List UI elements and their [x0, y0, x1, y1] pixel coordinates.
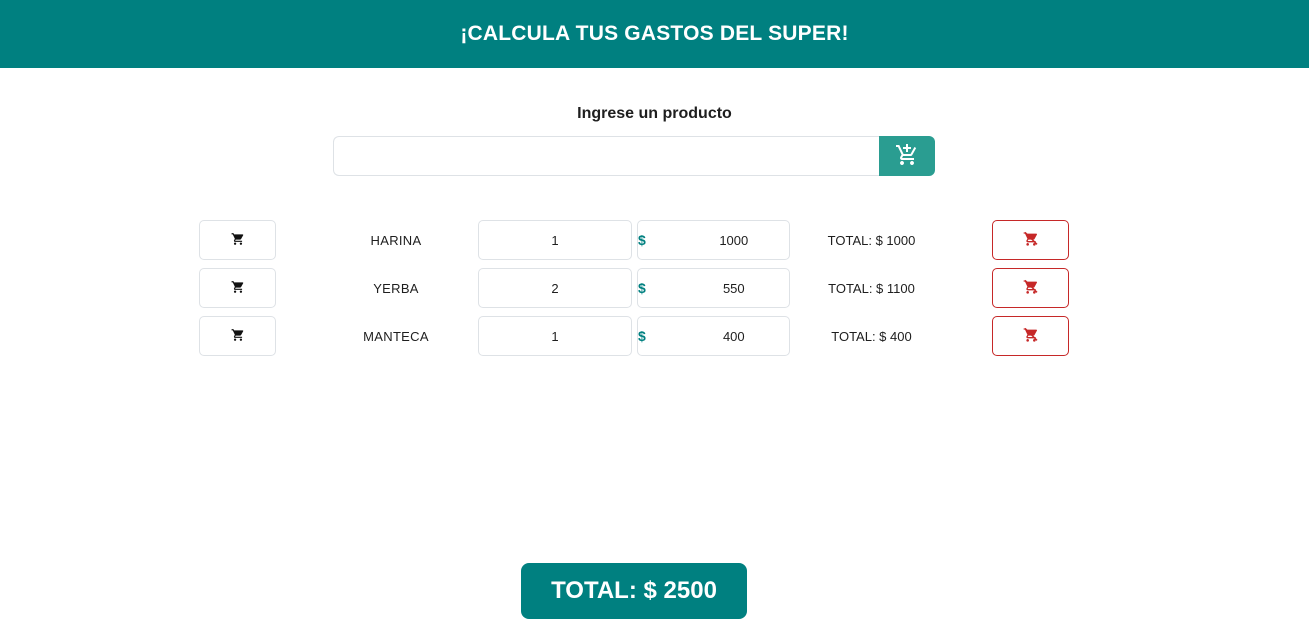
cart-remove-icon [1023, 279, 1039, 298]
currency-symbol: $ [638, 232, 646, 248]
row-cart-button[interactable] [199, 220, 276, 260]
cart-icon [231, 328, 245, 345]
row-cart-button[interactable] [199, 316, 276, 356]
price-field: $ [637, 268, 858, 308]
product-name: YERBA [373, 280, 419, 296]
product-row: HARINA $ TOTAL: $ 1000 [0, 220, 1309, 260]
price-field: $ [637, 316, 858, 356]
row-subtotal: TOTAL: $ 400 [831, 328, 912, 344]
grand-total: TOTAL: $ 2500 [521, 563, 747, 619]
row-subtotal: TOTAL: $ 1100 [828, 280, 915, 296]
currency-symbol: $ [638, 280, 646, 296]
cart-icon [231, 280, 245, 297]
product-prompt-label: Ingrese un producto [577, 105, 732, 122]
app-header: ¡CALCULA TUS GASTOS DEL SUPER! [0, 0, 1309, 68]
product-row: YERBA $ TOTAL: $ 1100 [0, 268, 1309, 308]
cart-icon [231, 232, 245, 249]
row-subtotal: TOTAL: $ 1000 [827, 232, 916, 248]
cart-remove-icon [1023, 327, 1039, 346]
currency-symbol: $ [638, 328, 646, 344]
quantity-input[interactable] [478, 268, 632, 308]
add-product-form [333, 136, 935, 176]
row-cart-button[interactable] [199, 268, 276, 308]
product-input[interactable] [333, 136, 879, 176]
product-row: MANTECA $ TOTAL: $ 400 [0, 316, 1309, 356]
cart-remove-icon [1023, 231, 1039, 250]
app-title: ¡CALCULA TUS GASTOS DEL SUPER! [460, 22, 849, 45]
add-product-button[interactable] [879, 136, 935, 176]
product-name: MANTECA [363, 328, 429, 344]
quantity-input[interactable] [478, 220, 632, 260]
quantity-input[interactable] [478, 316, 632, 356]
product-name: HARINA [370, 232, 422, 248]
remove-item-button[interactable] [992, 220, 1069, 260]
remove-item-button[interactable] [992, 316, 1069, 356]
remove-item-button[interactable] [992, 268, 1069, 308]
cart-plus-icon [895, 143, 919, 170]
price-field: $ [637, 220, 858, 260]
